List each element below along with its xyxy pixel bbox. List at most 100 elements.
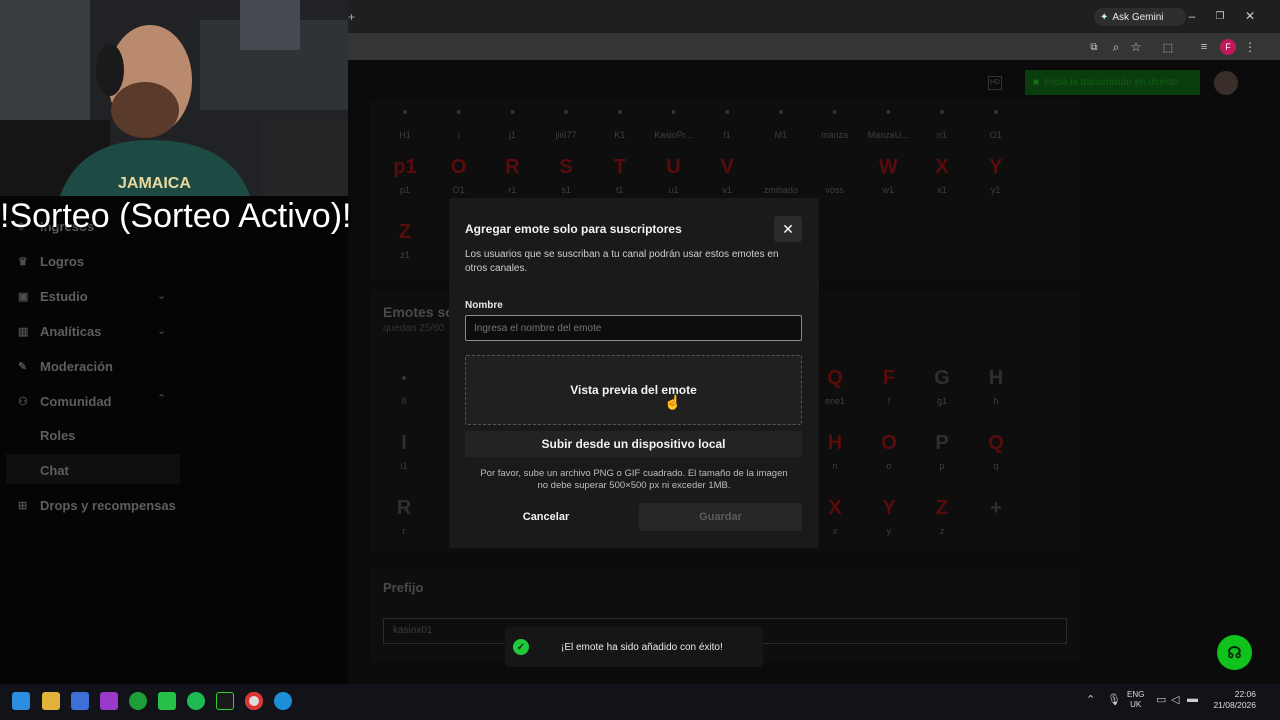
close-icon[interactable]: ✕ (774, 216, 802, 242)
windows-start-icon[interactable] (12, 692, 30, 710)
restore-icon[interactable]: ❐ (1212, 8, 1228, 24)
emote-item[interactable]: ▪ M1 (753, 100, 809, 140)
emote-item[interactable]: Uu1 (646, 155, 702, 195)
chevron-up-icon[interactable]: ⌃ (157, 392, 166, 405)
emote-glyph: R (505, 156, 520, 178)
emote-item[interactable]: Yy1 (968, 155, 1024, 195)
emote-preview-area[interactable]: Vista previa del emote (465, 355, 802, 425)
extensions-icon[interactable]: ⬚ (1160, 39, 1176, 55)
emote-item[interactable]: Hh (968, 366, 1024, 406)
address-bar[interactable]: ⧉ ⌕ ☆ ⬚ ≡ F ⋮ (348, 33, 1280, 60)
kick-icon[interactable] (158, 692, 176, 710)
translate-icon[interactable]: ⧉ (1086, 39, 1102, 55)
store-icon[interactable] (71, 692, 89, 710)
sidebar-item-estudio[interactable]: ▣ Estudio (18, 289, 88, 304)
close-window-icon[interactable]: ✕ (1242, 8, 1258, 24)
sidebar-item-analiticas[interactable]: ▥ Analíticas (18, 324, 101, 339)
volume-icon[interactable]: ◁ (1171, 693, 1179, 706)
emote-item[interactable]: Ww1 (860, 155, 916, 195)
emote-item[interactable]: ▪ n1 (914, 100, 970, 140)
network-icon[interactable]: ▭ (1156, 693, 1166, 706)
emote-item[interactable]: ▪ jii677 (538, 100, 594, 140)
emote-item[interactable]: ▪ manza (807, 100, 863, 140)
emote-item[interactable]: Ss1 (538, 155, 594, 195)
file-explorer-icon[interactable] (42, 692, 60, 710)
emote-item[interactable]: voss (807, 155, 863, 195)
emote-item[interactable]: ▪ H1 (377, 100, 433, 140)
media-controls-icon[interactable]: ≡ (1196, 39, 1212, 55)
emote-item[interactable]: Rr (376, 496, 432, 536)
upload-local-button[interactable]: Subir desde un dispositivo local (465, 431, 802, 457)
sidebar-item-logros[interactable]: ♛ Logros (18, 254, 84, 269)
zoom-icon[interactable]: ⌕ (1108, 39, 1124, 55)
save-button[interactable]: Guardar (639, 503, 802, 531)
emote-item[interactable]: ▪ l1 (699, 100, 755, 140)
emote-item[interactable]: Vv1 (699, 155, 755, 195)
sidebar-item-drops[interactable]: ⊞ Drops y recompensas (18, 498, 176, 513)
emote-name-input[interactable] (465, 315, 802, 341)
chevron-down-icon[interactable]: ⌄ (157, 289, 166, 302)
emote-glyph: Y (989, 156, 1003, 178)
edge-icon[interactable] (274, 692, 292, 710)
emote-item[interactable]: ▪ K1 (592, 100, 648, 140)
obs-icon[interactable] (100, 692, 118, 710)
emote-label: O1 (452, 185, 465, 195)
emote-item[interactable]: Ii1 (376, 431, 432, 471)
minimize-icon[interactable]: – (1184, 8, 1200, 24)
emote-item[interactable]: Zz (914, 496, 970, 536)
sidebar-item-roles[interactable]: Roles (40, 428, 75, 443)
emote-item[interactable]: ▪ i (431, 100, 487, 140)
start-stream-button[interactable]: ■ Inicia la transmisión en directo (1025, 70, 1200, 95)
emote-item[interactable]: Oo (861, 431, 917, 471)
sidebar-item-moderacion[interactable]: ✎ Moderación (18, 359, 113, 374)
user-avatar[interactable] (1214, 71, 1238, 95)
emote-item[interactable]: Ff (861, 366, 917, 406)
hdr-icon[interactable]: HD (988, 76, 1002, 90)
spotify-icon[interactable] (187, 692, 205, 710)
support-chat-button[interactable]: ☊ (1217, 635, 1252, 670)
subscriber-emotes-count: quedan 25/60 (383, 323, 445, 334)
browser-menu-icon[interactable]: ⋮ (1244, 39, 1256, 55)
emote-item[interactable]: Gg1 (914, 366, 970, 406)
sidebar-item-chat[interactable]: Chat (40, 463, 69, 478)
streaming-app-icon[interactable] (216, 692, 234, 710)
profile-avatar[interactable]: F (1220, 39, 1236, 55)
emote-item[interactable]: Rr1 (484, 155, 540, 195)
chevron-down-icon[interactable]: ⌄ (157, 324, 166, 337)
emote-item[interactable]: + (968, 496, 1024, 526)
emote-item[interactable]: Qq (968, 431, 1024, 471)
sidebar-item-comunidad[interactable]: ⚇ Comunidad (18, 394, 112, 409)
clock[interactable]: 22:06 21/08/2026 (1208, 689, 1256, 711)
emote-item[interactable]: Pp (914, 431, 970, 471)
microphone-icon[interactable]: 🎙 (1107, 693, 1121, 706)
emote-item[interactable]: p1 p1 (377, 155, 433, 195)
language-indicator[interactable]: ENG UK (1127, 690, 1144, 710)
emote-label: y1 (990, 185, 1001, 195)
emote-item[interactable]: zmibado (753, 155, 809, 195)
emote-item[interactable]: ▪ KasioPr... (646, 100, 702, 140)
emote-item[interactable]: ▪ ManzaU... (860, 100, 916, 140)
cancel-button[interactable]: Cancelar (465, 503, 627, 531)
emote-label: g1 (936, 396, 947, 406)
studio-icon: ▣ (18, 290, 29, 303)
emote-glyph: ▪ (401, 370, 407, 385)
xbox-icon[interactable] (129, 692, 147, 710)
emote-item[interactable]: ▪ O1 (968, 100, 1024, 140)
emote-item[interactable]: O O1 (431, 155, 487, 195)
emote-glyph: + (990, 497, 1002, 519)
new-tab-icon[interactable]: + (348, 10, 355, 24)
emote-item[interactable]: Zz1 (377, 220, 433, 260)
emote-item[interactable]: Xx1 (914, 155, 970, 195)
chrome-icon[interactable] (245, 692, 263, 710)
tray-chevron-icon[interactable]: ⌃ (1086, 693, 1095, 706)
modal-title: Agregar emote solo para suscriptores (465, 222, 682, 236)
emote-item[interactable]: ▪ ß (376, 366, 432, 406)
battery-icon[interactable]: ▬ (1187, 693, 1198, 705)
emote-glyph: ▪ (724, 104, 730, 119)
emote-item[interactable]: Yy (861, 496, 917, 536)
emote-item[interactable]: ▪ j1 (484, 100, 540, 140)
ask-gemini-button[interactable]: ✦ Ask Gemini (1094, 8, 1186, 26)
emote-item[interactable]: Tt1 (592, 155, 648, 195)
emote-glyph: ▪ (778, 104, 784, 119)
bookmark-star-icon[interactable]: ☆ (1128, 39, 1144, 55)
